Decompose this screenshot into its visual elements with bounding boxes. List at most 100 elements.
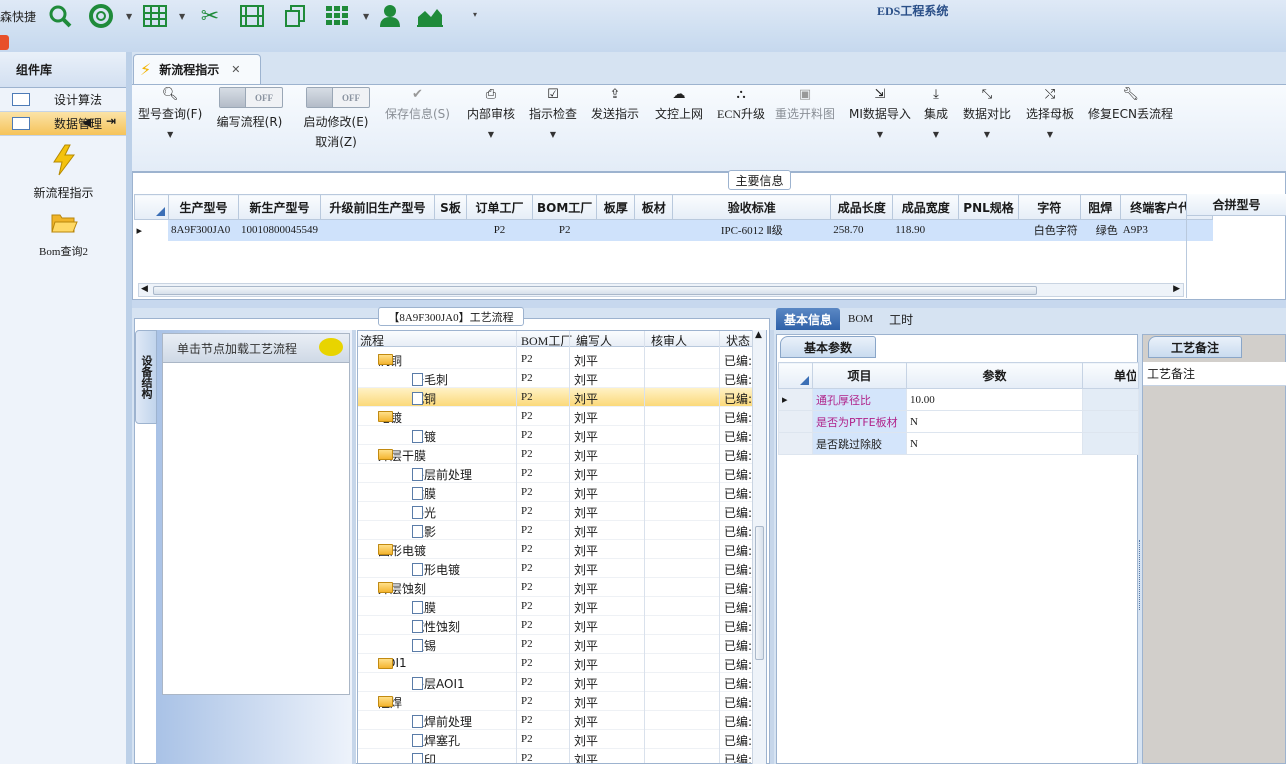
tree-row[interactable]: −阻焊 P2 刘平 已编: — [358, 692, 754, 711]
tree-node[interactable]: 碱性蚀刻 — [412, 618, 460, 635]
fix-ecn-button[interactable]: 🔧︎ 修复ECN丢流程 — [1088, 87, 1173, 122]
tree-node[interactable]: −电镀 — [378, 409, 402, 426]
column-header[interactable]: PNL规格 — [958, 194, 1019, 220]
tree-node[interactable]: 外层前处理 — [412, 466, 472, 483]
internal-review-button[interactable]: ⎙ 内部审核 ▼ — [467, 87, 515, 139]
column-header[interactable]: BOM工厂 — [531, 194, 598, 220]
tree-row[interactable]: −电镀 P2 刘平 已编: — [358, 407, 754, 426]
table-cell[interactable]: P2 — [466, 219, 533, 241]
tree-row[interactable]: 板镀 P2 刘平 已编: — [358, 426, 754, 445]
column-header[interactable]: 阻焊 — [1079, 194, 1121, 220]
send-instruction-button[interactable]: ⇪ 发送指示 — [591, 87, 639, 122]
tree-row[interactable]: 去毛刺 P2 刘平 已编: — [358, 369, 754, 388]
copy-icon[interactable] — [281, 2, 309, 30]
table-cell[interactable]: 白色字符 — [1018, 219, 1081, 241]
tab-process-remark[interactable]: 工艺备注 — [1148, 336, 1242, 358]
search-icon[interactable] — [46, 2, 74, 30]
cancel-button[interactable]: 取消(Z) — [302, 133, 370, 150]
tree-row[interactable]: 阻焊前处理 P2 刘平 已编: — [358, 711, 754, 730]
tree-node[interactable]: 退锡 — [412, 637, 436, 654]
grid-dropdown-icon[interactable]: ▼ — [363, 12, 369, 21]
collapse-left-icon[interactable]: ◀ — [82, 115, 91, 129]
column-header[interactable]: 板材 — [634, 194, 674, 220]
column-header[interactable]: 成品长度 — [830, 194, 894, 220]
horizontal-splitter[interactable] — [132, 300, 1286, 308]
tree-row[interactable]: 丝印 P2 刘平 已编: — [358, 749, 754, 763]
customize-toolbar-icon[interactable]: ▾ — [473, 10, 477, 19]
tree-row[interactable]: −外层蚀刻 P2 刘平 已编: — [358, 578, 754, 597]
model-query-button[interactable]: 🔍︎ 型号查询(F) ▼ — [138, 87, 202, 139]
tree-row[interactable]: 碱性蚀刻 P2 刘平 已编: — [358, 616, 754, 635]
tree-node[interactable]: −AOI1 — [378, 656, 407, 670]
table-row[interactable]: 是否为PTFE板材 N — [778, 410, 1139, 433]
mi-import-button[interactable]: ⇲ MI数据导入 ▼ — [849, 87, 911, 139]
collapse-handle[interactable] — [0, 35, 9, 50]
device-tree[interactable] — [162, 363, 350, 695]
tab-bom[interactable]: BOM — [840, 308, 881, 330]
tree-row[interactable]: 退膜 P2 刘平 已编: — [358, 597, 754, 616]
tool-bom-query2[interactable]: Bom查询2 — [0, 209, 127, 259]
tree-row[interactable]: −AOI1 P2 刘平 已编: — [358, 654, 754, 673]
table-cell[interactable]: 绿色 — [1080, 219, 1121, 241]
tree-node[interactable]: 丝印 — [412, 751, 436, 763]
table-cell[interactable]: 8A9F300JA0 — [168, 219, 239, 241]
column-header[interactable]: 新生产型号 — [238, 194, 321, 220]
tree-node[interactable]: −阻焊 — [378, 694, 402, 711]
table-icon[interactable] — [141, 2, 169, 30]
tree-row[interactable]: 贴膜 P2 刘平 已编: — [358, 483, 754, 502]
vertical-scrollbar[interactable]: ▲ — [752, 330, 766, 764]
tab-device-structure[interactable]: 设备结构 — [135, 330, 157, 424]
tool-new-process-instruction[interactable]: 新流程指示 — [0, 144, 127, 201]
user-icon[interactable] — [376, 2, 404, 30]
table-row[interactable]: 是否跳过除胶 N — [778, 432, 1139, 455]
tree-node[interactable]: −外层蚀刻 — [378, 580, 426, 597]
select-master-button[interactable]: ⤭ 选择母板 ▼ — [1026, 87, 1074, 139]
tree-node[interactable]: −图形电镀 — [378, 542, 426, 559]
tree-row[interactable]: −图形电镀 P2 刘平 已编: — [358, 540, 754, 559]
tree-node[interactable]: 显影 — [412, 523, 436, 540]
integrate-button[interactable]: ⤓ 集成 ▼ — [924, 87, 948, 139]
close-icon[interactable]: ✕ — [231, 63, 240, 76]
table-cell[interactable]: 258.70 — [830, 219, 894, 241]
column-header[interactable]: S板 — [434, 194, 467, 220]
table-dropdown-icon[interactable]: ▼ — [179, 12, 185, 21]
tree-row[interactable]: 外层前处理 P2 刘平 已编: — [358, 464, 754, 483]
column-header[interactable]: 升级前旧生产型号 — [320, 194, 435, 220]
tree-row[interactable]: 阻焊塞孔 P2 刘平 已编: — [358, 730, 754, 749]
table-cell[interactable]: IPC-6012 Ⅱ级 — [672, 219, 832, 241]
upload-docs-button[interactable]: ☁ 文控上网 — [655, 87, 703, 122]
tree-row[interactable]: −沉铜 P2 刘平 已编: — [358, 350, 754, 369]
grid-icon[interactable] — [323, 2, 351, 30]
tree-node[interactable]: 曝光 — [412, 504, 436, 521]
tree-row[interactable]: −外层干膜 P2 刘平 已编: — [358, 445, 754, 464]
tab-basic-params[interactable]: 基本参数 — [780, 336, 876, 358]
column-header[interactable]: 成品宽度 — [892, 194, 960, 220]
pin-icon[interactable]: ⇥ — [106, 114, 116, 128]
tree-node[interactable]: 外层AOI1 — [412, 675, 465, 692]
tree-row[interactable]: 外层AOI1 P2 刘平 已编: — [358, 673, 754, 692]
vertical-splitter[interactable] — [352, 330, 356, 764]
tree-row[interactable]: 曝光 P2 刘平 已编: — [358, 502, 754, 521]
table-cell[interactable] — [320, 219, 435, 241]
data-compare-button[interactable]: ⤡ 数据对比 ▼ — [963, 87, 1011, 139]
tree-node[interactable]: 沉铜 — [412, 390, 436, 407]
tree-row[interactable]: 退锡 P2 刘平 已编: — [358, 635, 754, 654]
column-header[interactable]: 板厚 — [596, 194, 636, 220]
horizontal-scrollbar[interactable]: ◀ ▶ — [138, 283, 1184, 297]
vertical-splitter[interactable] — [770, 330, 774, 764]
scroll-thumb[interactable] — [153, 286, 1037, 295]
tree-node[interactable]: 贴膜 — [412, 485, 436, 502]
tab-work-hours[interactable]: 工时 — [881, 308, 921, 330]
table-cell[interactable] — [634, 219, 674, 241]
tree-node[interactable]: 板镀 — [412, 428, 436, 445]
table-row[interactable]: ▸ 通孔厚径比 10.00 — [778, 388, 1139, 411]
sidebar-item-design-algorithm[interactable]: 设计算法 — [0, 88, 127, 112]
scroll-left-icon[interactable]: ◀ — [141, 284, 148, 294]
start-edit-toggle[interactable]: OFF — [306, 87, 370, 108]
lifebuoy-icon[interactable] — [87, 2, 115, 30]
param-value[interactable]: N — [906, 410, 1083, 433]
table-row[interactable]: ▸ 8A9F300JA0 10010800045549 P2 P2 IPC-6012 Ⅱ… — [134, 219, 1213, 241]
tree-row[interactable]: 图形电镀 P2 刘平 已编: — [358, 559, 754, 578]
tree-node[interactable]: 去毛刺 — [412, 371, 448, 388]
scroll-right-icon[interactable]: ▶ — [1173, 284, 1180, 294]
